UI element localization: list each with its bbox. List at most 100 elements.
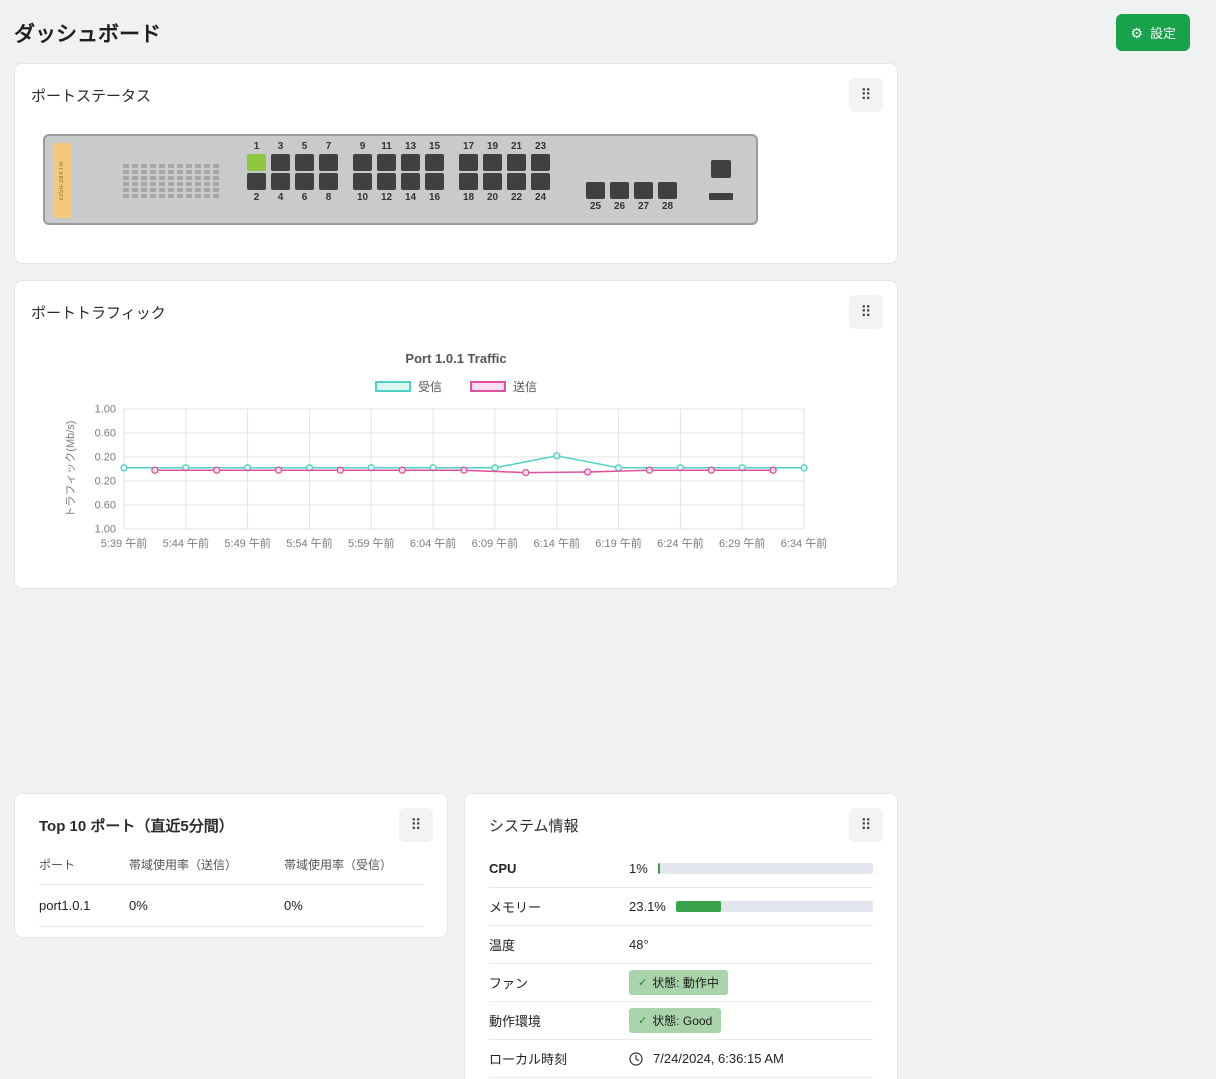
port-13[interactable] — [401, 154, 420, 171]
svg-text:1.00: 1.00 — [95, 524, 116, 536]
chart-legend: 受信 送信 — [56, 378, 856, 395]
drag-handle-button[interactable]: ⠿ — [849, 78, 883, 112]
port-number: 27 — [637, 201, 650, 212]
port-24[interactable] — [531, 173, 550, 190]
port-17[interactable] — [459, 154, 478, 171]
table-row: port1.0.1 0% 0% — [39, 884, 423, 927]
system-row: ローカル時刻 7/24/2024, 6:36:15 AM — [489, 1040, 873, 1078]
legend-item: 受信 — [374, 378, 442, 395]
port-12[interactable] — [377, 173, 396, 190]
system-label: 温度 — [489, 938, 516, 953]
system-label: ファン — [489, 976, 529, 991]
column-header: ポート — [39, 848, 129, 885]
port-number: 8 — [325, 192, 332, 203]
port-number: 10 — [356, 192, 369, 203]
drag-handle-button[interactable]: ⠿ — [849, 295, 883, 329]
port-8[interactable] — [319, 173, 338, 190]
drag-handle-button[interactable]: ⠿ — [849, 808, 883, 842]
page-title: ダッシュボード — [14, 22, 161, 46]
svg-text:5:49 午前: 5:49 午前 — [224, 536, 270, 550]
port-number: 20 — [486, 192, 499, 203]
column-header: 帯域使用率（受信） — [284, 848, 423, 885]
port-number: 26 — [613, 201, 626, 212]
status-badge: ✓ 状態: Good — [629, 1008, 722, 1033]
percent-value: 1% — [629, 861, 648, 876]
management-port[interactable] — [711, 160, 731, 178]
port-7[interactable] — [319, 154, 338, 171]
port-3[interactable] — [271, 154, 290, 171]
system-info-rows: CPU 1% メモリー 23.1% 温度 48° ファン ✓ 状態: 動作中 動作環境 ✓ 状態: G… — [465, 846, 897, 1079]
port-21[interactable] — [507, 154, 526, 171]
port-18[interactable] — [459, 173, 478, 190]
system-row: 温度 48° — [489, 926, 873, 964]
port-number: 3 — [277, 141, 284, 152]
system-value: ✓ 状態: 動作中 — [629, 970, 873, 995]
port-6[interactable] — [295, 173, 314, 190]
system-label: ローカル時刻 — [489, 1052, 568, 1067]
progress-fill — [657, 863, 660, 874]
progress-bar — [657, 863, 873, 874]
switch-device: x250-28XTm 1 2 3 4 5 6 7 8 9 10 11 12 13 14 15 16 17 18 19… — [43, 134, 758, 225]
port-5[interactable] — [295, 154, 314, 171]
port-23[interactable] — [531, 154, 550, 171]
status-badge: ✓ 状態: 動作中 — [629, 970, 728, 995]
settings-button[interactable]: ⚙ 設定 — [1116, 14, 1190, 51]
port-15[interactable] — [425, 154, 444, 171]
port-27[interactable] — [634, 182, 653, 199]
card-title: Top 10 ポート（直近5分間） — [39, 817, 234, 835]
svg-text:0.20: 0.20 — [95, 452, 116, 464]
system-value: 1% — [629, 861, 873, 876]
bottom-row: Top 10 ポート（直近5分間） ⠿ ポート 帯域使用率（送信） 帯域使用率（受信… — [14, 793, 898, 1079]
card-header: Top 10 ポート（直近5分間） ⠿ — [15, 794, 447, 846]
check-icon: ✓ — [638, 977, 648, 989]
port-4[interactable] — [271, 173, 290, 190]
port-number: 25 — [589, 201, 602, 212]
port-number: 9 — [359, 141, 366, 152]
port-number: 11 — [381, 141, 392, 152]
port-2[interactable] — [247, 173, 266, 190]
port-19[interactable] — [483, 154, 502, 171]
port-28[interactable] — [658, 182, 677, 199]
progress-bar — [675, 901, 873, 912]
port-14[interactable] — [401, 173, 420, 190]
port-9[interactable] — [353, 154, 372, 171]
svg-text:5:54 午前: 5:54 午前 — [286, 536, 332, 550]
port-number: 22 — [510, 192, 523, 203]
port-20[interactable] — [483, 173, 502, 190]
svg-text:6:09 午前: 6:09 午前 — [472, 536, 518, 550]
port-number: 18 — [462, 192, 475, 203]
card-title: システム情報 — [489, 817, 579, 835]
port-number: 17 — [462, 141, 475, 152]
port-number: 15 — [428, 141, 441, 152]
port-number: 7 — [325, 141, 332, 152]
settings-button-label: 設定 — [1149, 26, 1176, 41]
port-11[interactable] — [377, 154, 396, 171]
port-1[interactable] — [247, 154, 266, 171]
legend-swatch — [374, 381, 411, 392]
card-header: システム情報 ⠿ — [465, 794, 897, 846]
legend-item: 送信 — [470, 378, 537, 395]
table-cell: 0% — [284, 884, 423, 927]
top10-ports-card: Top 10 ポート（直近5分間） ⠿ ポート 帯域使用率（送信） 帯域使用率（受信… — [14, 793, 448, 938]
console-slot — [709, 193, 733, 200]
port-26[interactable] — [610, 182, 629, 199]
port-22[interactable] — [507, 173, 526, 190]
svg-text:6:04 午前: 6:04 午前 — [410, 536, 456, 550]
svg-text:6:24 午前: 6:24 午前 — [657, 536, 703, 550]
main-content: ポートステータス ⠿ x250-28XTm 1 2 3 4 5 6 7 8 9 10 11 12 13 1… — [14, 63, 898, 1079]
port-number: 1 — [253, 141, 260, 152]
system-row: 動作環境 ✓ 状態: Good — [489, 1002, 873, 1040]
legend-label: 受信 — [417, 380, 442, 394]
system-value: 7/24/2024, 6:36:15 AM — [629, 1051, 873, 1066]
port-10[interactable] — [353, 173, 372, 190]
port-number: 23 — [534, 141, 547, 152]
port-25[interactable] — [586, 182, 605, 199]
drag-handle-button[interactable]: ⠿ — [399, 808, 433, 842]
table-cell: 0% — [129, 884, 284, 927]
uplink-port-group: 25 26 27 28 — [586, 182, 677, 212]
port-16[interactable] — [425, 173, 444, 190]
port-number: 24 — [534, 192, 547, 203]
port-traffic-card: ポートトラフィック ⠿ Port 1.0.1 Traffic 受信 送信 5:39… — [14, 280, 898, 589]
system-row: ファン ✓ 状態: 動作中 — [489, 964, 873, 1002]
system-value: 23.1% — [629, 899, 873, 914]
